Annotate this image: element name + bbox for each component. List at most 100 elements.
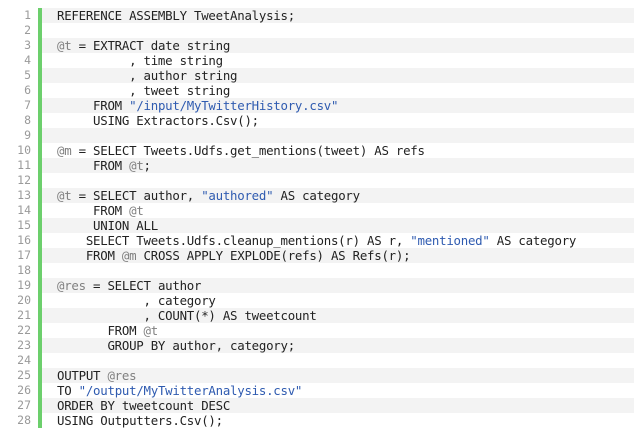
code-text[interactable]: @t = EXTRACT date string: [42, 38, 230, 53]
code-line[interactable]: 16 SELECT Tweets.Udfs.cleanup_mentions(r…: [0, 233, 634, 248]
code-text[interactable]: UNION ALL: [42, 218, 158, 233]
code-line[interactable]: 18: [0, 263, 634, 278]
line-number: 22: [0, 323, 38, 338]
line-number: 12: [0, 173, 38, 188]
code-text[interactable]: @m = SELECT Tweets.Udfs.get_mentions(twe…: [42, 143, 425, 158]
code-text[interactable]: , author string: [42, 68, 237, 83]
variable-token: @t: [143, 323, 159, 338]
code-line[interactable]: 27 ORDER BY tweetcount DESC: [0, 398, 634, 413]
code-line[interactable]: 25 OUTPUT @res: [0, 368, 634, 383]
code-line[interactable]: 11 FROM @t;: [0, 158, 634, 173]
code-line[interactable]: 7 FROM "/input/MyTwitterHistory.csv": [0, 98, 634, 113]
code-line[interactable]: 4 , time string: [0, 53, 634, 68]
code-token: FROM: [57, 98, 130, 113]
code-text[interactable]: ORDER BY tweetcount DESC: [42, 398, 230, 413]
code-token: ;: [143, 158, 151, 173]
code-line[interactable]: 21 , COUNT(*) AS tweetcount: [0, 308, 634, 323]
code-text[interactable]: FROM @t: [42, 323, 158, 338]
code-text[interactable]: [42, 128, 57, 143]
code-text[interactable]: , time string: [42, 53, 223, 68]
variable-token: @res: [57, 278, 86, 293]
code-token: , COUNT(*) AS tweetcount: [57, 308, 317, 323]
code-text[interactable]: @res = SELECT author: [42, 278, 201, 293]
line-number: 16: [0, 233, 38, 248]
code-token: = SELECT author: [85, 278, 202, 293]
code-token: FROM: [57, 323, 144, 338]
code-text[interactable]: USING Outputters.Csv();: [42, 413, 223, 428]
code-text[interactable]: SELECT Tweets.Udfs.cleanup_mentions(r) A…: [42, 233, 577, 248]
code-line[interactable]: 2: [0, 23, 634, 38]
code-line[interactable]: 1 REFERENCE ASSEMBLY TweetAnalysis;: [0, 8, 634, 23]
code-text[interactable]: , COUNT(*) AS tweetcount: [42, 308, 317, 323]
code-line[interactable]: 19 @res = SELECT author: [0, 278, 634, 293]
code-text[interactable]: [42, 173, 57, 188]
line-number: 17: [0, 248, 38, 263]
code-text[interactable]: FROM @m CROSS APPLY EXPLODE(refs) AS Ref…: [42, 248, 411, 263]
string-token: "authored": [201, 188, 274, 203]
code-text[interactable]: @t = SELECT author, "authored" AS catego…: [42, 188, 360, 203]
code-token: , category: [57, 293, 216, 308]
code-editor[interactable]: 1 REFERENCE ASSEMBLY TweetAnalysis; 2 3 @t =…: [0, 0, 634, 434]
code-text[interactable]: , tweet string: [42, 83, 230, 98]
line-number: 19: [0, 278, 38, 293]
code-line[interactable]: 14 FROM @t: [0, 203, 634, 218]
code-token: AS category: [489, 233, 577, 248]
code-token: , author string: [57, 68, 238, 83]
code-text[interactable]: [42, 23, 57, 38]
line-number: 10: [0, 143, 38, 158]
code-line[interactable]: 3 @t = EXTRACT date string: [0, 38, 634, 53]
line-number: 26: [0, 383, 38, 398]
code-line[interactable]: 24: [0, 353, 634, 368]
line-number: 4: [0, 53, 38, 68]
code-line[interactable]: 26 TO "/output/MyTwitterAnalysis.csv": [0, 383, 634, 398]
code-text[interactable]: FROM @t;: [42, 158, 151, 173]
code-line[interactable]: 13 @t = SELECT author, "authored" AS cate…: [0, 188, 634, 203]
code-line[interactable]: 8 USING Extractors.Csv();: [0, 113, 634, 128]
code-line[interactable]: 15 UNION ALL: [0, 218, 634, 233]
code-line[interactable]: 20 , category: [0, 293, 634, 308]
code-line[interactable]: 17 FROM @m CROSS APPLY EXPLODE(refs) AS …: [0, 248, 634, 263]
code-token: USING Outputters.Csv();: [57, 413, 223, 428]
line-number: 23: [0, 338, 38, 353]
code-token: FROM: [57, 248, 122, 263]
code-token: SELECT Tweets.Udfs.cleanup_mentions(r) A…: [57, 233, 411, 248]
code-token: TO: [57, 383, 79, 398]
code-token: = SELECT Tweets.Udfs.get_mentions(tweet)…: [71, 143, 425, 158]
code-line[interactable]: 12: [0, 173, 634, 188]
code-token: OUTPUT: [57, 368, 108, 383]
code-text[interactable]: FROM @t: [42, 203, 144, 218]
code-text[interactable]: REFERENCE ASSEMBLY TweetAnalysis;: [42, 8, 295, 23]
code-line[interactable]: 6 , tweet string: [0, 83, 634, 98]
code-token: FROM: [57, 158, 130, 173]
code-text[interactable]: , category: [42, 293, 216, 308]
code-text[interactable]: GROUP BY author, category;: [42, 338, 295, 353]
code-text[interactable]: [42, 353, 57, 368]
line-number: 11: [0, 158, 38, 173]
code-line[interactable]: 22 FROM @t: [0, 323, 634, 338]
variable-token: @t: [129, 203, 144, 218]
code-token: CROSS APPLY EXPLODE(refs) AS Refs(r);: [136, 248, 411, 263]
code-text[interactable]: OUTPUT @res: [42, 368, 137, 383]
code-line[interactable]: 9: [0, 128, 634, 143]
code-line[interactable]: 23 GROUP BY author, category;: [0, 338, 634, 353]
code-token: AS category: [273, 188, 361, 203]
code-token: USING Extractors.Csv();: [57, 113, 259, 128]
line-number: 20: [0, 293, 38, 308]
code-line[interactable]: 5 , author string: [0, 68, 634, 83]
line-number: 14: [0, 203, 38, 218]
code-token: , time string: [57, 53, 223, 68]
code-line[interactable]: 28 USING Outputters.Csv();: [0, 413, 634, 428]
code-text[interactable]: USING Extractors.Csv();: [42, 113, 259, 128]
code-text[interactable]: TO "/output/MyTwitterAnalysis.csv": [42, 383, 302, 398]
line-number: 6: [0, 83, 38, 98]
code-text[interactable]: [42, 263, 57, 278]
line-number: 7: [0, 98, 38, 113]
line-number: 28: [0, 413, 38, 428]
code-text[interactable]: FROM "/input/MyTwitterHistory.csv": [42, 98, 338, 113]
code-line[interactable]: 10 @m = SELECT Tweets.Udfs.get_mentions(t…: [0, 143, 634, 158]
line-number: 8: [0, 113, 38, 128]
code-token: REFERENCE ASSEMBLY TweetAnalysis;: [57, 8, 295, 23]
line-number: 3: [0, 38, 38, 53]
variable-token: @res: [107, 368, 137, 383]
code-token: = SELECT author,: [71, 188, 202, 203]
